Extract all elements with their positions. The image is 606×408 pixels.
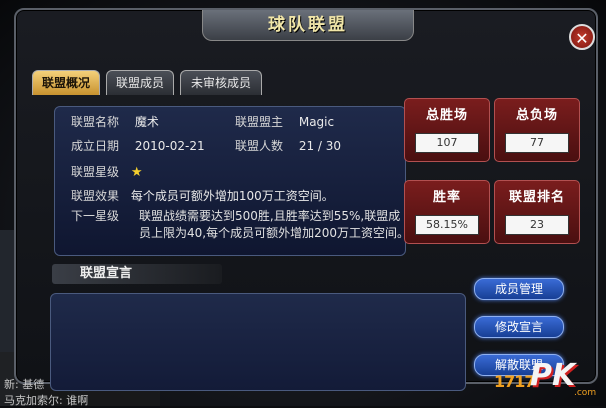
site-watermark-logo: 1717 PK .com bbox=[494, 354, 606, 406]
dialog-titlebar: 球队联盟 bbox=[202, 10, 414, 41]
tab-alliance-overview[interactable]: 联盟概况 bbox=[32, 70, 100, 95]
edit-declaration-button[interactable]: 修改宣言 bbox=[474, 316, 564, 338]
alliance-leader-label: 联盟盟主 bbox=[235, 115, 284, 129]
alliance-name-value: 魔术 bbox=[134, 115, 159, 129]
total-losses-title: 总负场 bbox=[515, 108, 558, 123]
manage-members-button[interactable]: 成员管理 bbox=[474, 278, 564, 300]
member-count-value: 21 / 30 bbox=[298, 139, 342, 153]
next-level-value-line2: 员上限为40,每个成员可额外增加200万工资空间。 bbox=[139, 226, 409, 240]
watermark-domain: .com bbox=[574, 388, 597, 398]
chat-line: 新: 基德 bbox=[4, 378, 45, 391]
tab-alliance-members[interactable]: 联盟成员 bbox=[106, 70, 174, 95]
declaration-title: 联盟宣言 bbox=[52, 264, 222, 284]
alliance-name-label: 联盟名称 bbox=[71, 115, 120, 129]
star-level-label: 联盟星级 bbox=[71, 165, 120, 179]
total-losses-value: 77 bbox=[505, 133, 569, 153]
watermark-pk: PK bbox=[530, 358, 576, 393]
star-icon: ★ bbox=[130, 165, 143, 180]
founded-date-label: 成立日期 bbox=[71, 139, 120, 153]
alliance-dialog: 球队联盟 ✕ 联盟概况 联盟成员 未审核成员 联盟名称 魔术 联盟盟主 Magi… bbox=[14, 8, 598, 391]
alliance-rank-box: 联盟排名 23 bbox=[494, 180, 580, 244]
alliance-leader-value: Magic bbox=[298, 115, 335, 129]
next-level-value-line1: 联盟战绩需要达到500胜,且胜率达到55%,联盟成 bbox=[139, 209, 401, 223]
win-rate-title: 胜率 bbox=[432, 190, 461, 205]
tab-pending-members[interactable]: 未审核成员 bbox=[180, 70, 262, 95]
effect-value: 每个成员可额外增加100万工资空间。 bbox=[130, 189, 334, 203]
total-wins-title: 总胜场 bbox=[425, 108, 468, 123]
close-icon[interactable]: ✕ bbox=[569, 24, 595, 50]
alliance-rank-title: 联盟排名 bbox=[508, 190, 565, 205]
watermark-number: 1717 bbox=[494, 372, 536, 391]
founded-date-value: 2010-02-21 bbox=[134, 139, 205, 153]
member-count-label: 联盟人数 bbox=[235, 139, 284, 153]
total-wins-box: 总胜场 107 bbox=[404, 98, 490, 162]
win-rate-box: 胜率 58.15% bbox=[404, 180, 490, 244]
effect-label: 联盟效果 bbox=[71, 189, 120, 203]
total-wins-value: 107 bbox=[415, 133, 479, 153]
win-rate-value: 58.15% bbox=[415, 215, 479, 235]
overview-panel: 联盟名称 魔术 联盟盟主 Magic 成立日期 2010-02-21 联盟人数 … bbox=[54, 106, 409, 256]
next-level-label: 下一星级 bbox=[71, 209, 120, 223]
total-losses-box: 总负场 77 bbox=[494, 98, 580, 162]
dialog-title: 球队联盟 bbox=[268, 15, 348, 35]
alliance-rank-value: 23 bbox=[505, 215, 569, 235]
chat-log: 新: 基德 马克加索尔: 谁啊 bbox=[0, 350, 160, 407]
